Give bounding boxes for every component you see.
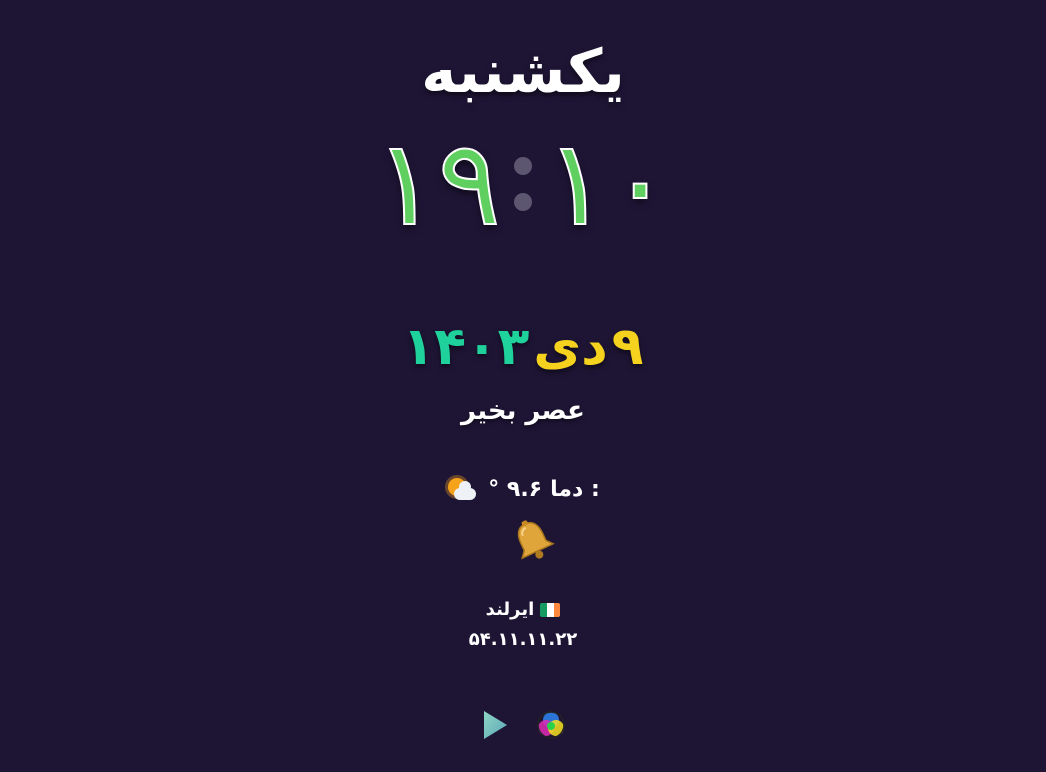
separator-dot-top (514, 157, 532, 175)
controls-bar (0, 708, 1046, 742)
clock-separator (503, 148, 543, 218)
country-name: ایرلند (485, 599, 535, 620)
sun-behind-cloud-icon (446, 476, 478, 504)
persian-date: ۱۴۰۳ دی ۹ (0, 312, 1046, 382)
date-month: دی (533, 317, 608, 377)
bell-icon[interactable] (509, 518, 557, 564)
temperature-label: دما : (550, 477, 600, 502)
ip-address: ۵۴.۱۱.۱۱.۲۲ (468, 629, 578, 650)
weather-row: ° ۹.۶ دما : (0, 474, 1046, 506)
date-day: ۹ (611, 317, 644, 377)
temperature-value: ° ۹.۶ (488, 477, 543, 502)
color-wheel-icon[interactable] (534, 708, 568, 742)
clock-page: یکشنبه ۱۹ ۱۰ ۱۴۰۳ دی ۹ عصر بخیر ° ۹.۶ دم… (0, 0, 1046, 772)
clock-hours: ۱۹ (373, 114, 501, 252)
play-icon[interactable] (478, 708, 512, 742)
ireland-flag-icon (540, 603, 561, 617)
separator-dot-bottom (514, 193, 532, 211)
digital-clock: ۱۹ ۱۰ (0, 114, 1046, 252)
location-row: ایرلند (0, 596, 1046, 624)
weekday-label: یکشنبه (421, 37, 625, 107)
date-year: ۱۴۰۳ (402, 317, 530, 377)
greeting-text: عصر بخیر (461, 396, 585, 426)
clock-minutes: ۱۰ (544, 114, 672, 252)
